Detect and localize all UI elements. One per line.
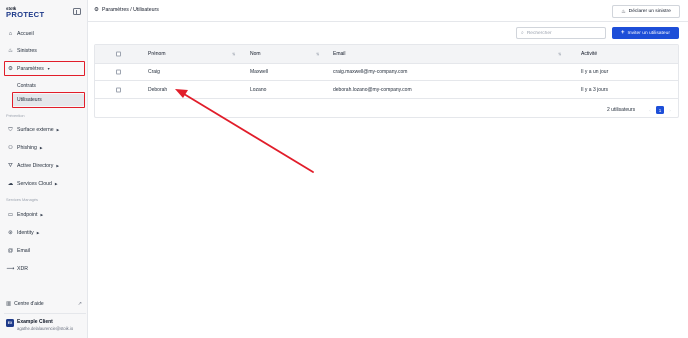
logo-big-text: PROTECT <box>6 10 45 19</box>
table-footer: 2 utilisateurs ‹ 1 › <box>95 101 678 118</box>
main-content: ⚙ Paramètres / Utilisateurs ♨ Déclarer u… <box>88 0 688 338</box>
fingerprint-icon: ⊛ <box>8 230 13 236</box>
sidebar-item-endpoint[interactable]: ▭ Endpoint ▶ <box>4 209 84 221</box>
help-center-label: Centre d'aide <box>14 301 44 307</box>
fire-icon: ♨ <box>621 8 626 15</box>
invite-user-button[interactable]: + Inviter un utilisateur <box>612 27 679 39</box>
user-count: 2 utilisateurs <box>607 107 636 113</box>
book-icon: ▥ <box>6 301 12 307</box>
highlight-box-utilisateurs <box>12 92 85 108</box>
sidebar-item-label: Services Cloud <box>17 181 52 187</box>
column-header-activite[interactable]: Activité <box>581 51 597 57</box>
sidebar-item-label: Active Directory <box>17 163 54 169</box>
sidebar-item-identity[interactable]: ⊛ Identity ▶ <box>4 227 84 239</box>
table-row[interactable]: Craig Maxwell craig.maxwell@my-company.c… <box>95 64 678 81</box>
sort-icon[interactable]: ⇅ <box>316 52 319 57</box>
cell-activity: Il y a 3 jours <box>581 87 608 93</box>
declare-claim-button[interactable]: ♨ Déclarer un sinistre <box>612 5 680 18</box>
chevron-right-icon: ▶ <box>40 213 44 217</box>
breadcrumb-text: Paramètres / Utilisateurs <box>102 7 159 13</box>
cell-activity: Il y a un jour <box>581 69 609 75</box>
sidebar-item-phishing[interactable]: ⚇ Phishing ▶ <box>4 142 84 154</box>
xdr-icon: ⟿ <box>6 266 15 272</box>
sidebar-item-label: Phishing <box>17 145 37 151</box>
cell-email: deborah.lozano@my-company.com <box>333 87 412 93</box>
row-checkbox[interactable] <box>116 69 121 75</box>
section-label-prevention: Prévention <box>6 113 25 118</box>
help-center-link[interactable]: ▥ Centre d'aide ↗ <box>6 301 82 307</box>
sidebar-item-surface-externe[interactable]: ⛉ Surface externe ▶ <box>4 124 84 136</box>
sidebar-item-label: Email <box>17 248 30 254</box>
sidebar-item-label: XDR <box>17 266 28 272</box>
table-header: Prénom ⇅ Nom ⇅ Email ⇅ Activité <box>95 45 678 64</box>
sidebar-item-label: Accueil <box>17 31 34 37</box>
chevron-right-icon: ▶ <box>36 231 40 235</box>
sidebar-collapse-icon[interactable] <box>73 8 81 15</box>
sidebar-item-label: Sinistres <box>17 48 37 54</box>
gear-icon: ⚙ <box>94 7 100 13</box>
laptop-icon: ▭ <box>7 212 14 218</box>
sidebar-item-xdr[interactable]: ⟿ XDR <box>4 263 84 275</box>
row-checkbox[interactable] <box>116 87 121 93</box>
shield-icon: ⛉ <box>8 126 13 133</box>
column-header-nom[interactable]: Nom <box>250 51 261 57</box>
breadcrumb: ⚙ Paramètres / Utilisateurs <box>94 7 159 13</box>
search-icon: ⌕ <box>521 30 524 36</box>
sort-icon[interactable]: ⇅ <box>558 52 561 57</box>
sidebar-item-contrats[interactable]: Contrats <box>17 83 36 89</box>
cell-last-name: Lozano <box>250 87 267 93</box>
page-button[interactable]: 1 <box>656 106 664 114</box>
home-icon: ⌂ <box>8 31 13 37</box>
logo[interactable]: stoïk PROTECT <box>6 6 44 19</box>
table-row[interactable]: Deborah Lozano deborah.lozano@my-company… <box>95 82 678 99</box>
user-email: agathe.delalaurencie@stoik.io <box>17 326 74 331</box>
column-header-email[interactable]: Email <box>333 51 346 57</box>
highlight-box-parametres <box>4 61 85 76</box>
sidebar-item-accueil[interactable]: ⌂ Accueil <box>4 28 84 40</box>
sidebar-item-sinistres[interactable]: ♨ Sinistres <box>4 45 84 57</box>
top-bar: ⚙ Paramètres / Utilisateurs ♨ Déclarer u… <box>88 0 688 22</box>
fire-icon: ♨ <box>7 48 13 54</box>
external-link-icon: ↗ <box>77 301 82 307</box>
sort-icon[interactable]: ⇅ <box>232 52 235 57</box>
cell-last-name: Maxwell <box>250 69 269 75</box>
users-table: Prénom ⇅ Nom ⇅ Email ⇅ Activité Craig Ma… <box>94 44 679 118</box>
plus-icon: + <box>621 30 625 36</box>
sidebar-item-label: Identity <box>17 230 34 236</box>
users-icon: ⚇ <box>7 145 13 151</box>
directory-icon: ⛛ <box>8 162 13 169</box>
chevron-right-icon[interactable]: › <box>666 106 674 114</box>
sidebar: stoïk PROTECT ⌂ Accueil ♨ Sinistres ⚙ Pa… <box>0 0 88 338</box>
cell-first-name: Deborah <box>148 87 168 93</box>
declare-claim-label: Déclarer un sinistre <box>628 9 671 14</box>
sidebar-item-services-cloud[interactable]: ☁ Services Cloud ▶ <box>4 178 84 190</box>
sidebar-item-email[interactable]: @ Email <box>4 245 84 257</box>
user-name: Example Client <box>17 319 53 325</box>
avatar: EX <box>6 319 14 327</box>
chevron-right-icon: ▶ <box>56 164 60 168</box>
cell-first-name: Craig <box>148 69 160 75</box>
cell-email: craig.maxwell@my-company.com <box>333 69 408 75</box>
search-box[interactable]: ⌕ <box>516 27 606 39</box>
chevron-right-icon: ▶ <box>39 146 43 150</box>
cloud-icon: ☁ <box>7 181 14 187</box>
search-input[interactable] <box>526 30 597 36</box>
section-label-managed: Services Managés <box>6 197 39 202</box>
invite-user-label: Inviter un utilisateur <box>627 30 670 36</box>
sidebar-item-label: Endpoint <box>17 212 38 218</box>
user-profile[interactable]: EX Example Client agathe.delalaurencie@s… <box>4 313 86 335</box>
chevron-right-icon: ▶ <box>56 128 60 132</box>
sidebar-item-label: Surface externe <box>17 127 54 133</box>
column-header-prenom[interactable]: Prénom <box>148 51 166 57</box>
at-icon: @ <box>7 248 14 254</box>
chevron-right-icon: ▶ <box>54 182 58 186</box>
sidebar-item-active-directory[interactable]: ⛛ Active Directory ▶ <box>4 160 84 172</box>
chevron-left-icon[interactable]: ‹ <box>646 106 654 114</box>
select-all-checkbox[interactable] <box>116 51 121 57</box>
